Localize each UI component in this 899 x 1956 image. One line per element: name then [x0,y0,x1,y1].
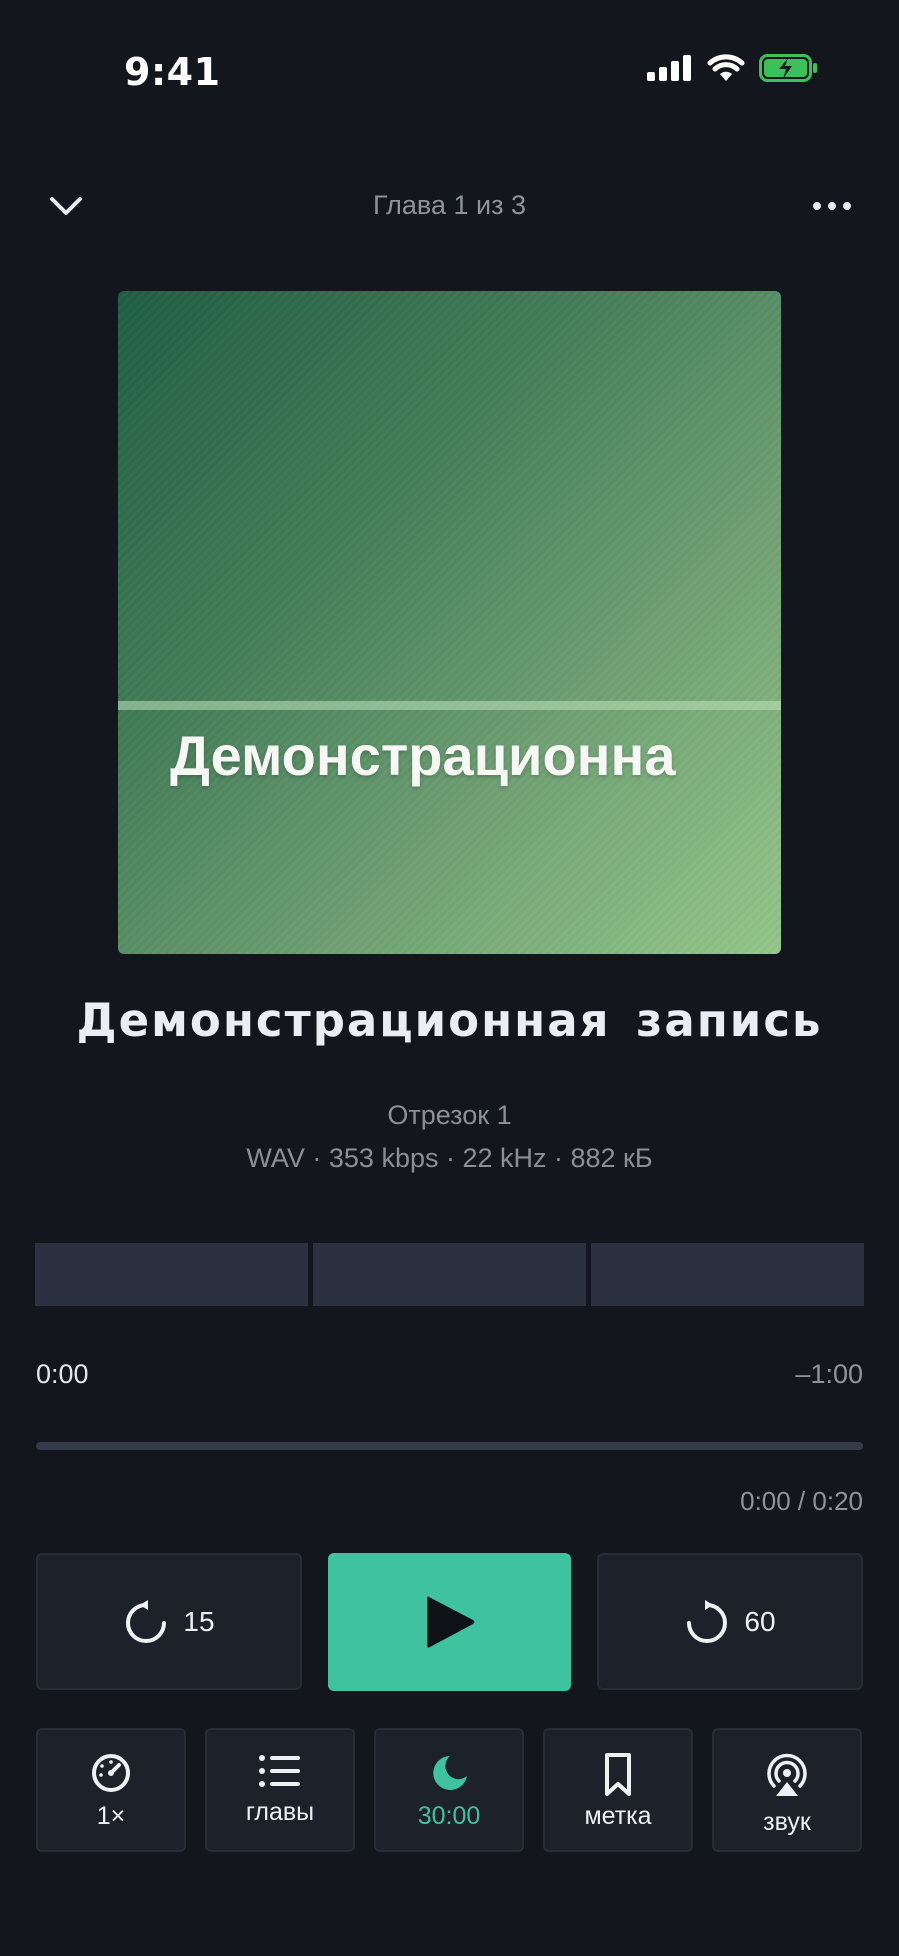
skip-back-button[interactable]: 15 [36,1553,302,1690]
remaining-time: –1:00 [795,1359,863,1389]
audio-output-button[interactable]: звук [712,1728,862,1852]
rewind-icon [126,1599,167,1643]
chapter-indicator: Глава 1 из 3 [373,190,526,220]
bookmark-label: метка [584,1802,652,1830]
progress-slider[interactable] [36,1442,863,1450]
segment-2[interactable] [313,1243,586,1306]
battery-charging-icon [759,54,817,82]
skip-back-label: 15 [183,1605,215,1637]
status-time: 9:41 [124,50,221,94]
artwork-texture [118,291,781,954]
skip-forward-label: 60 [744,1605,776,1637]
album-artwork: Демонстрационна [118,291,781,954]
bookmark-button[interactable]: метка [543,1728,693,1852]
sleep-timer-label: 30:00 [417,1802,481,1830]
forward-icon [687,1599,728,1643]
segment-1[interactable] [35,1243,308,1306]
artwork-divider [118,701,781,710]
artwork-title: Демонстрационна [170,724,676,787]
status-icons [647,54,819,82]
cellular-signal-icon [647,55,691,81]
segment-3[interactable] [591,1243,864,1306]
play-icon [426,1596,474,1648]
more-options-icon[interactable] [808,190,856,222]
airplay-audio-icon [767,1753,807,1796]
speed-button[interactable]: 1× [36,1728,186,1852]
segment-name: Отрезок 1 [387,1100,512,1130]
bookmark-icon [605,1753,631,1796]
sleep-timer-button[interactable]: 30:00 [374,1728,524,1852]
chapters-label: главы [245,1798,315,1826]
speed-gauge-icon [92,1754,130,1792]
list-icon [259,1755,300,1787]
moon-icon [433,1756,467,1790]
file-info: WAV · 353 kbps · 22 kHz · 882 кБ [246,1143,653,1173]
play-button[interactable] [328,1553,571,1691]
speed-label: 1× [96,1802,126,1830]
skip-forward-button[interactable]: 60 [597,1553,863,1690]
audio-output-label: звук [763,1808,811,1836]
segment-time: 0:00 / 0:20 [740,1486,863,1516]
segments-bar [35,1243,864,1306]
wifi-icon [707,54,745,81]
elapsed-time: 0:00 [36,1359,89,1389]
track-title: Демонстрационная запись [76,994,823,1047]
chapters-button[interactable]: главы [205,1728,355,1852]
